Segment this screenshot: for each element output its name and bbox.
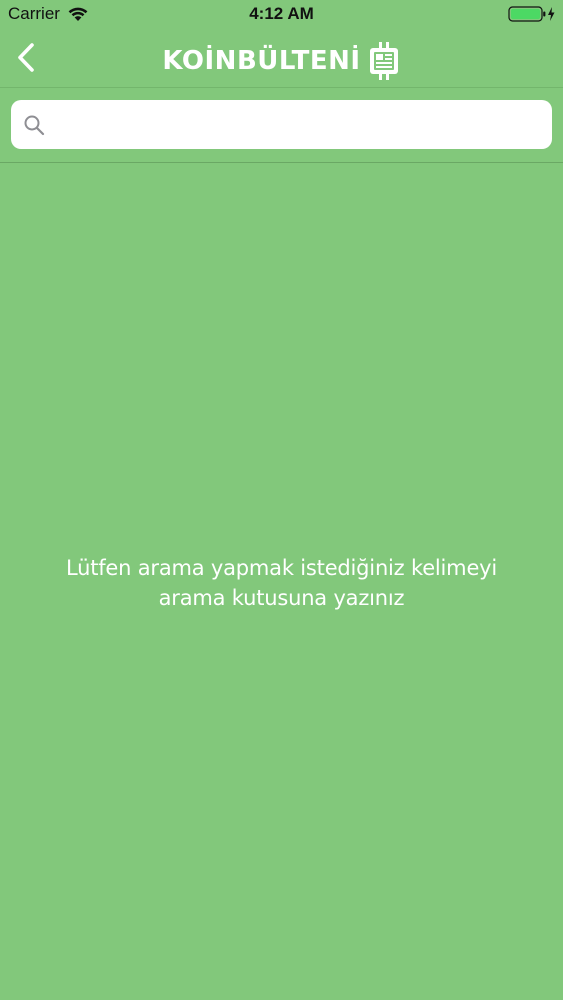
empty-state-message: Lütfen arama yapmak istediğiniz kelimeyi… <box>65 556 498 610</box>
battery-charging-icon <box>508 6 555 22</box>
status-bar: Carrier 4:12 AM <box>0 0 563 30</box>
app-logo: KOİN BÜLTENİ <box>0 41 563 81</box>
newspaper-icon <box>369 42 398 80</box>
search-icon <box>24 115 45 136</box>
search-field[interactable] <box>11 100 552 149</box>
logo-text-bulteni: BÜLTENİ <box>236 46 361 76</box>
status-time: 4:12 AM <box>249 4 314 23</box>
search-input[interactable] <box>57 113 541 136</box>
search-bar-container <box>0 88 563 163</box>
navigation-bar: KOİN BÜLTENİ <box>0 30 563 88</box>
logo-text-koin: KOİN <box>162 46 237 76</box>
